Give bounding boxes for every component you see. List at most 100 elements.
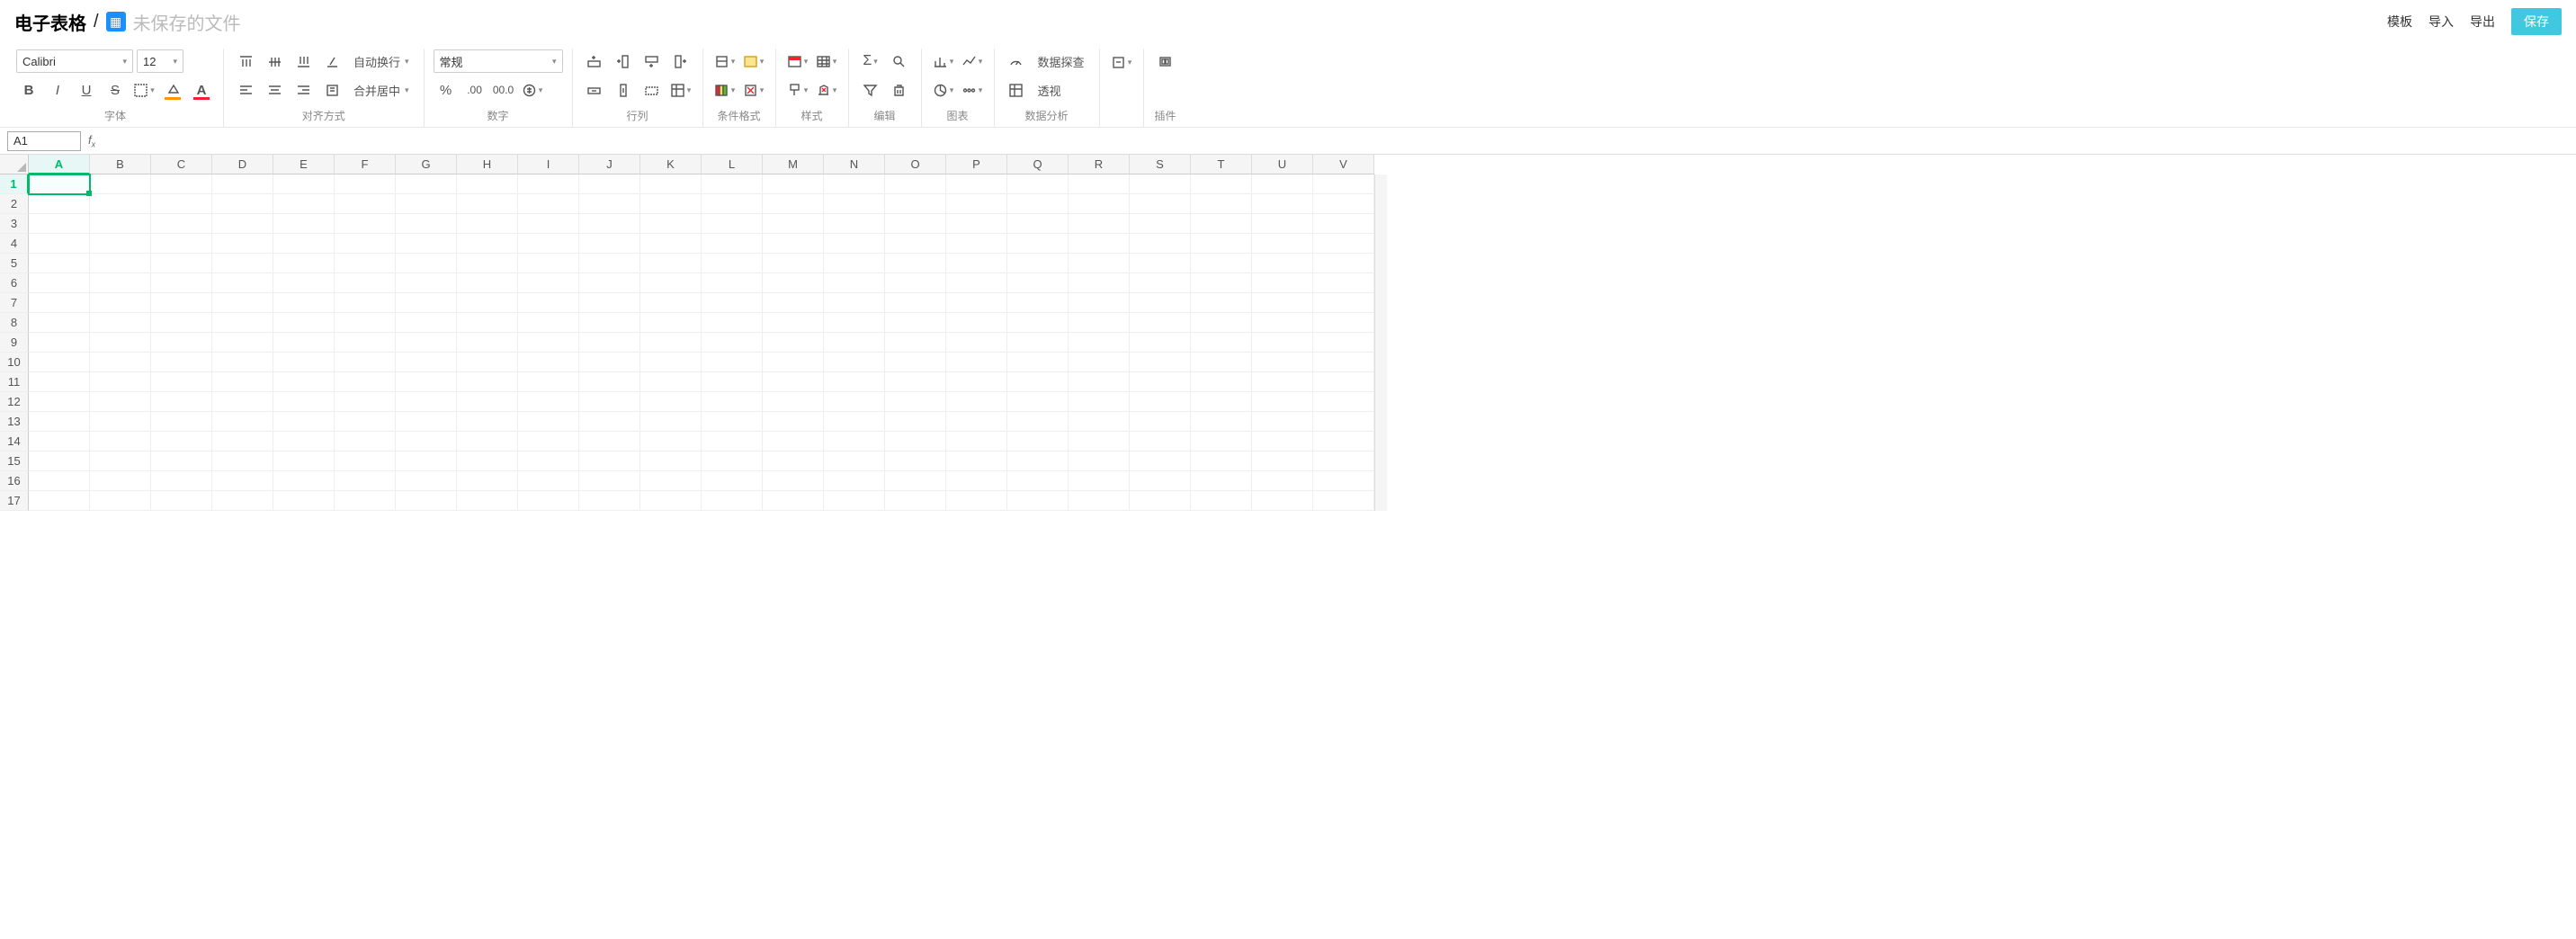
cell-U9[interactable] <box>1252 333 1313 353</box>
cell-F6[interactable] <box>335 273 396 293</box>
cell-D3[interactable] <box>212 214 273 234</box>
cell-B14[interactable] <box>90 432 151 452</box>
cell-M3[interactable] <box>763 214 824 234</box>
cell-Q7[interactable] <box>1007 293 1069 313</box>
cell-O8[interactable] <box>885 313 946 333</box>
row-header-1[interactable]: 1 <box>0 174 29 194</box>
cell-H17[interactable] <box>457 491 518 511</box>
cell-I5[interactable] <box>518 254 579 273</box>
cell-V1[interactable] <box>1313 174 1374 194</box>
cell-O17[interactable] <box>885 491 946 511</box>
cell-V16[interactable] <box>1313 471 1374 491</box>
cell-C10[interactable] <box>151 353 212 372</box>
cell-G6[interactable] <box>396 273 457 293</box>
cell-V8[interactable] <box>1313 313 1374 333</box>
cell-C6[interactable] <box>151 273 212 293</box>
row-header-7[interactable]: 7 <box>0 293 29 313</box>
cell-M2[interactable] <box>763 194 824 214</box>
strikethrough-button[interactable]: S <box>103 78 128 102</box>
cell-U8[interactable] <box>1252 313 1313 333</box>
cell-T9[interactable] <box>1191 333 1252 353</box>
cell-B3[interactable] <box>90 214 151 234</box>
cell-B7[interactable] <box>90 293 151 313</box>
cell-B12[interactable] <box>90 392 151 412</box>
cell-O5[interactable] <box>885 254 946 273</box>
cell-D8[interactable] <box>212 313 273 333</box>
cell-K9[interactable] <box>640 333 702 353</box>
cell-K6[interactable] <box>640 273 702 293</box>
cell-L7[interactable] <box>702 293 763 313</box>
cell-Q3[interactable] <box>1007 214 1069 234</box>
underline-button[interactable]: U <box>74 78 99 102</box>
cell-G3[interactable] <box>396 214 457 234</box>
col-header-M[interactable]: M <box>763 155 824 174</box>
cell-I1[interactable] <box>518 174 579 194</box>
cell-F10[interactable] <box>335 353 396 372</box>
cell-F7[interactable] <box>335 293 396 313</box>
cell-T6[interactable] <box>1191 273 1252 293</box>
bold-button[interactable]: B <box>16 78 41 102</box>
cell-D11[interactable] <box>212 372 273 392</box>
cell-J6[interactable] <box>579 273 640 293</box>
cell-N10[interactable] <box>824 353 885 372</box>
cell-U17[interactable] <box>1252 491 1313 511</box>
format-painter-button[interactable]: ▾ <box>785 78 810 102</box>
cell-P15[interactable] <box>946 452 1007 471</box>
cell-S8[interactable] <box>1130 313 1191 333</box>
cell-F17[interactable] <box>335 491 396 511</box>
cell-P4[interactable] <box>946 234 1007 254</box>
cell-O15[interactable] <box>885 452 946 471</box>
cell-C5[interactable] <box>151 254 212 273</box>
cell-S16[interactable] <box>1130 471 1191 491</box>
cell-I4[interactable] <box>518 234 579 254</box>
cell-U2[interactable] <box>1252 194 1313 214</box>
pie-chart-button[interactable]: ▾ <box>931 78 956 102</box>
cell-R5[interactable] <box>1069 254 1130 273</box>
cell-F13[interactable] <box>335 412 396 432</box>
row-header-10[interactable]: 10 <box>0 353 29 372</box>
currency-button[interactable]: ▾ <box>520 78 545 102</box>
cell-L15[interactable] <box>702 452 763 471</box>
cell-T7[interactable] <box>1191 293 1252 313</box>
cell-B15[interactable] <box>90 452 151 471</box>
cell-K3[interactable] <box>640 214 702 234</box>
cell-G1[interactable] <box>396 174 457 194</box>
cell-U16[interactable] <box>1252 471 1313 491</box>
cell-A8[interactable] <box>29 313 90 333</box>
pivot-button[interactable]: 透视 <box>1033 78 1067 102</box>
cell-R13[interactable] <box>1069 412 1130 432</box>
col-header-B[interactable]: B <box>90 155 151 174</box>
cell-E2[interactable] <box>273 194 335 214</box>
cond-colorscale-button[interactable]: ▾ <box>712 78 738 102</box>
cell-C8[interactable] <box>151 313 212 333</box>
cell-L5[interactable] <box>702 254 763 273</box>
cell-L13[interactable] <box>702 412 763 432</box>
cell-T5[interactable] <box>1191 254 1252 273</box>
cell-A9[interactable] <box>29 333 90 353</box>
cell-Q14[interactable] <box>1007 432 1069 452</box>
cell-Q5[interactable] <box>1007 254 1069 273</box>
cell-I13[interactable] <box>518 412 579 432</box>
cell-Q11[interactable] <box>1007 372 1069 392</box>
bar-chart-button[interactable]: ▾ <box>931 49 956 73</box>
orientation-button[interactable] <box>319 49 344 73</box>
cell-V7[interactable] <box>1313 293 1374 313</box>
cell-J2[interactable] <box>579 194 640 214</box>
cell-N16[interactable] <box>824 471 885 491</box>
cell-V12[interactable] <box>1313 392 1374 412</box>
cell-G12[interactable] <box>396 392 457 412</box>
cell-K12[interactable] <box>640 392 702 412</box>
cell-R1[interactable] <box>1069 174 1130 194</box>
cell-U10[interactable] <box>1252 353 1313 372</box>
row-header-2[interactable]: 2 <box>0 194 29 214</box>
italic-button[interactable]: I <box>45 78 70 102</box>
row-header-4[interactable]: 4 <box>0 234 29 254</box>
cell-T15[interactable] <box>1191 452 1252 471</box>
cell-J5[interactable] <box>579 254 640 273</box>
cell-K16[interactable] <box>640 471 702 491</box>
cell-T13[interactable] <box>1191 412 1252 432</box>
col-header-T[interactable]: T <box>1191 155 1252 174</box>
cell-J11[interactable] <box>579 372 640 392</box>
cell-G9[interactable] <box>396 333 457 353</box>
cell-L10[interactable] <box>702 353 763 372</box>
